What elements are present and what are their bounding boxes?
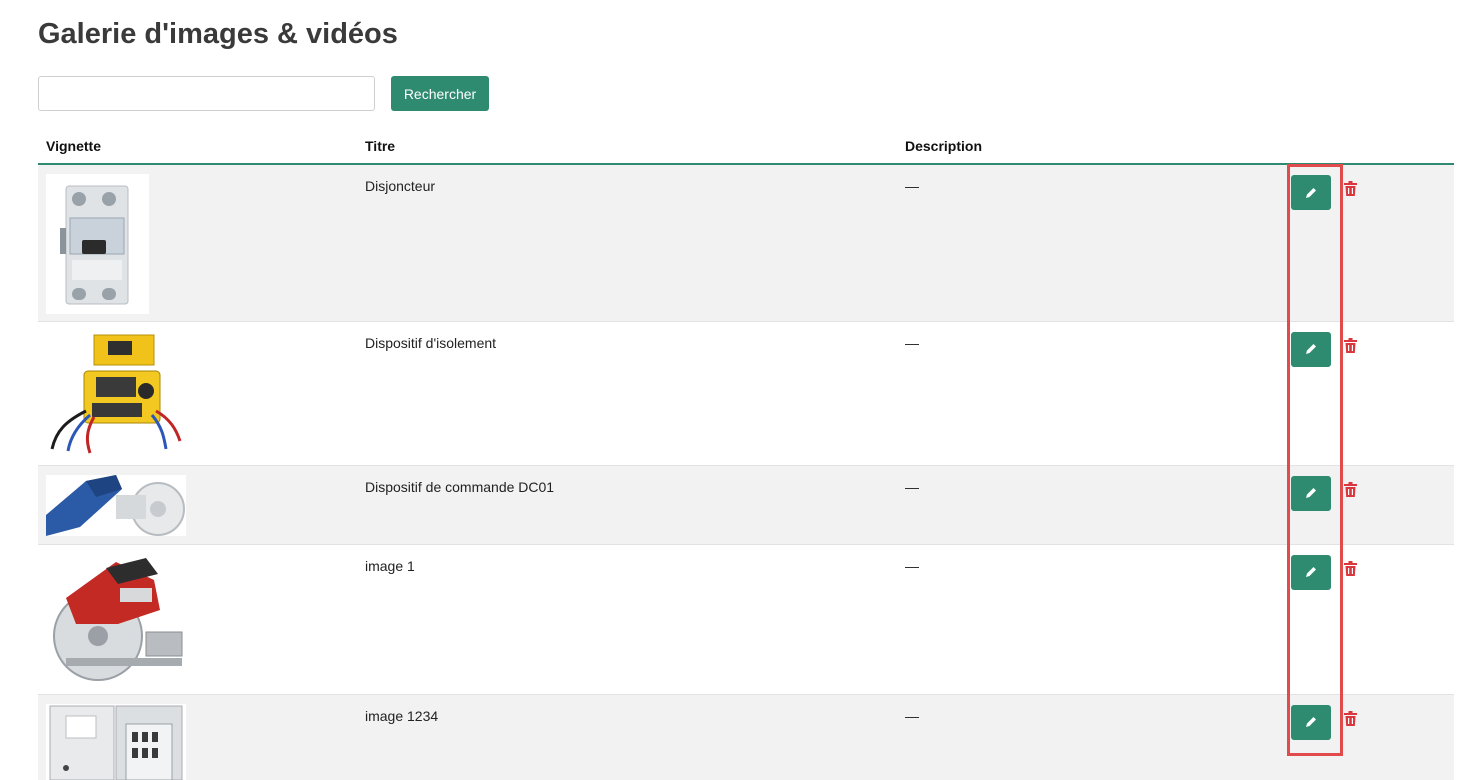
row-description: — xyxy=(905,334,919,351)
row-description: — xyxy=(905,707,919,724)
trash-icon xyxy=(1343,337,1357,353)
search-input[interactable] xyxy=(38,76,375,111)
edit-button[interactable] xyxy=(1291,175,1331,210)
thumbnail-cell xyxy=(38,693,357,780)
actions-cell xyxy=(1280,543,1454,694)
description-cell: — xyxy=(897,163,1280,321)
description-cell: — xyxy=(897,543,1280,694)
table-row: Dispositif de commande DC01 — xyxy=(38,464,1454,544)
pencil-icon xyxy=(1306,488,1316,498)
edit-button[interactable] xyxy=(1291,704,1331,740)
row-title: Dispositif d'isolement xyxy=(365,334,497,351)
title-cell: Dispositif d'isolement xyxy=(357,320,897,465)
column-header-actions xyxy=(1280,128,1454,165)
row-title: Disjoncteur xyxy=(365,178,436,194)
description-cell: — xyxy=(897,693,1280,780)
table-header-row: Vignette Titre Description xyxy=(38,128,1454,165)
description-cell: — xyxy=(897,464,1280,544)
trash-icon xyxy=(1343,710,1357,726)
delete-button[interactable] xyxy=(1341,710,1359,731)
circuit-breaker-image[interactable] xyxy=(46,174,149,314)
row-description: — xyxy=(905,557,919,574)
table-row: image 1 — xyxy=(38,543,1454,694)
row-description: — xyxy=(905,178,919,194)
thumbnail-cell xyxy=(38,163,357,321)
table-row: image 1234 — xyxy=(38,693,1454,780)
column-header-title: Titre xyxy=(357,128,897,165)
column-header-thumbnail: Vignette xyxy=(38,128,357,165)
delete-button[interactable] xyxy=(1341,481,1359,502)
row-title: image 1 xyxy=(365,557,415,574)
table-row: Disjoncteur — xyxy=(38,163,1454,321)
pencil-icon xyxy=(1306,344,1316,354)
edit-button[interactable] xyxy=(1291,475,1331,511)
gallery-table: Vignette Titre Description Disjoncteur —… xyxy=(38,128,1454,780)
search-button[interactable]: Rechercher xyxy=(391,76,489,111)
gallery-page: Galerie d'images & vidéos Rechercher Vig… xyxy=(0,0,1481,780)
row-title: Dispositif de commande DC01 xyxy=(365,478,555,495)
actions-cell xyxy=(1280,163,1454,321)
delete-button[interactable] xyxy=(1341,560,1359,581)
pencil-icon xyxy=(1306,567,1316,577)
table-row: Dispositif d'isolement — xyxy=(38,320,1454,465)
pencil-icon xyxy=(1306,187,1316,198)
actions-cell xyxy=(1280,320,1454,465)
edit-button[interactable] xyxy=(1291,554,1331,590)
page-title: Galerie d'images & vidéos xyxy=(38,18,398,50)
description-cell: — xyxy=(897,320,1280,465)
pencil-icon xyxy=(1306,717,1316,727)
actions-cell xyxy=(1280,693,1454,780)
blue-power-tool-image[interactable] xyxy=(46,474,186,536)
delete-button[interactable] xyxy=(1341,181,1359,201)
actions-cell xyxy=(1280,464,1454,544)
thumbnail-cell xyxy=(38,320,357,465)
title-cell: image 1234 xyxy=(357,693,897,780)
column-header-description: Description xyxy=(897,128,1280,165)
insulation-tester-image[interactable] xyxy=(46,330,186,455)
delete-button[interactable] xyxy=(1341,337,1359,358)
title-cell: Disjoncteur xyxy=(357,163,897,321)
trash-icon xyxy=(1343,481,1357,497)
trash-icon xyxy=(1343,560,1357,576)
thumbnail-cell xyxy=(38,543,357,694)
edit-button[interactable] xyxy=(1291,331,1331,367)
title-cell: Dispositif de commande DC01 xyxy=(357,464,897,544)
search-bar: Rechercher xyxy=(38,76,489,111)
title-cell: image 1 xyxy=(357,543,897,694)
circular-saw-image[interactable] xyxy=(46,553,186,684)
row-title: image 1234 xyxy=(365,707,439,724)
trash-icon xyxy=(1343,181,1357,196)
thumbnail-cell xyxy=(38,464,357,544)
row-description: — xyxy=(905,478,919,495)
electrical-panel-image[interactable] xyxy=(46,703,186,780)
